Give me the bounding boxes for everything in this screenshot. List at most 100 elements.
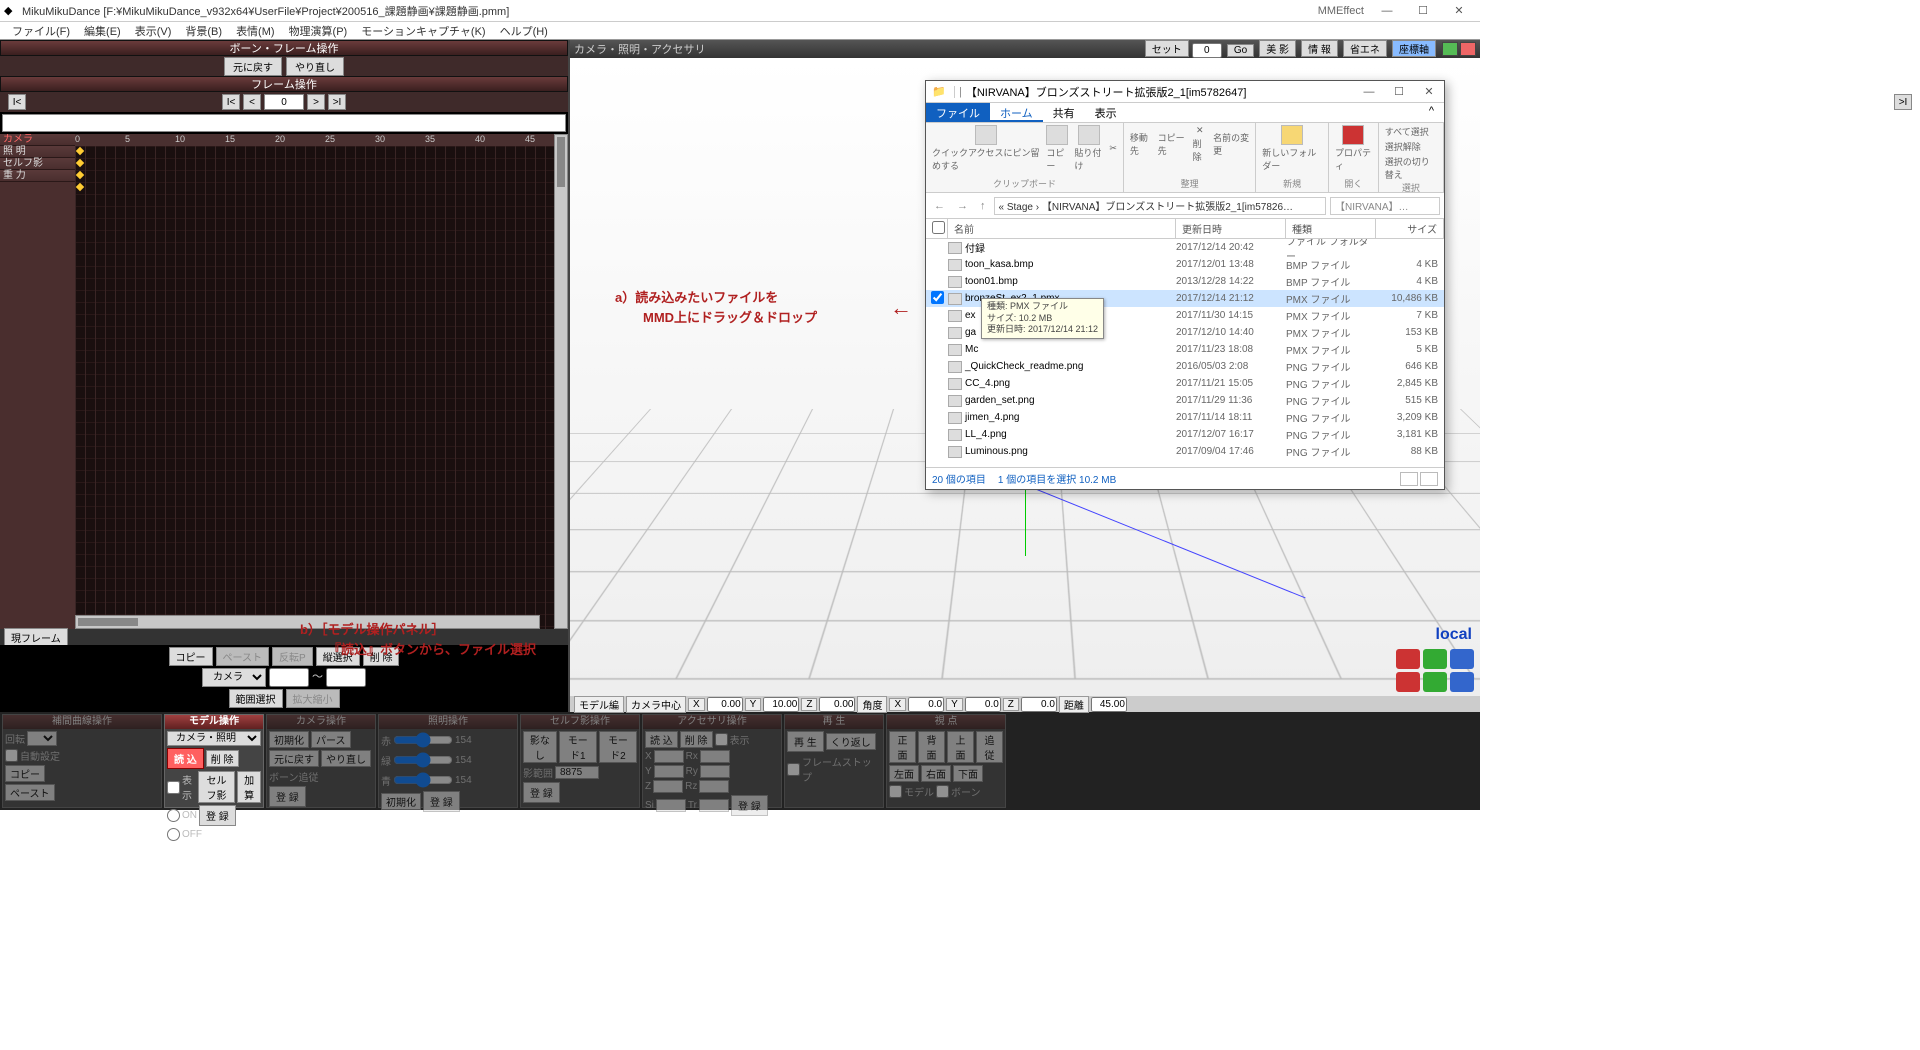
- set-value[interactable]: [1192, 43, 1222, 58]
- beauty-button[interactable]: 美 影: [1259, 40, 1296, 57]
- tab-file[interactable]: ファイル: [926, 103, 990, 122]
- tab-home[interactable]: ホーム: [990, 103, 1043, 122]
- move-y-icon[interactable]: [1423, 672, 1447, 692]
- range-to[interactable]: [326, 668, 366, 687]
- explorer-maximize[interactable]: ☐: [1384, 85, 1414, 98]
- tab-view[interactable]: 表示: [1085, 103, 1127, 122]
- cam-pers[interactable]: パース: [311, 731, 351, 748]
- rename-button[interactable]: 名前の変更: [1213, 131, 1249, 157]
- maximize-button[interactable]: ☐: [1406, 1, 1440, 21]
- properties-button[interactable]: プロパティ: [1335, 125, 1372, 172]
- copy-to-button[interactable]: コピー先: [1158, 131, 1187, 157]
- select-none[interactable]: 選択解除: [1385, 140, 1421, 153]
- display-checkbox[interactable]: [167, 781, 180, 794]
- file-row[interactable]: toon01.bmp 2013/12/28 14:22 BMP ファイル 4 K…: [926, 273, 1444, 290]
- track-camera[interactable]: カメラ: [0, 134, 75, 146]
- menu-background[interactable]: 背景(B): [179, 22, 228, 40]
- track-selfshadow[interactable]: セルフ影: [0, 158, 75, 170]
- light-b[interactable]: [393, 771, 453, 789]
- skip-first-button[interactable]: I<: [8, 94, 26, 110]
- keyframe-icon[interactable]: [76, 183, 84, 191]
- ss-register[interactable]: 登 録: [523, 782, 560, 803]
- redo-button[interactable]: やり直し: [286, 57, 344, 76]
- file-checkbox[interactable]: [931, 291, 944, 304]
- cam-y[interactable]: [763, 697, 799, 712]
- model-register-button[interactable]: 登 録: [199, 805, 236, 826]
- explorer-minimize[interactable]: —: [1354, 86, 1384, 98]
- cut-icon[interactable]: ✂: [1109, 143, 1117, 154]
- set-button[interactable]: セット: [1145, 40, 1189, 57]
- light-g[interactable]: [393, 751, 453, 769]
- target-select[interactable]: カメラ: [202, 668, 266, 687]
- new-folder-button[interactable]: 新しいフォルダー: [1262, 125, 1322, 172]
- details-view-icon[interactable]: [1400, 472, 1418, 486]
- model-delete-button[interactable]: 削 除: [206, 750, 239, 767]
- col-size[interactable]: サイズ: [1376, 219, 1444, 238]
- file-list[interactable]: 付録 2017/12/14 20:42 ファイル フォルダー toon_kasa…: [926, 239, 1444, 467]
- move-x-icon[interactable]: [1396, 672, 1420, 692]
- copy-button[interactable]: コピー: [169, 647, 213, 666]
- rot-x-icon[interactable]: [1396, 649, 1420, 669]
- file-row[interactable]: garden_set.png 2017/11/29 11:36 PNG ファイル…: [926, 392, 1444, 409]
- thumb-view-icon[interactable]: [1420, 472, 1438, 486]
- close-button[interactable]: ✕: [1442, 1, 1476, 21]
- menu-physics[interactable]: 物理演算(P): [283, 22, 354, 40]
- track-light[interactable]: 照 明: [0, 146, 75, 158]
- ang-z[interactable]: [1021, 697, 1057, 712]
- current-frame-button[interactable]: 現フレーム: [4, 628, 68, 647]
- address-bar[interactable]: « Stage › 【NIRVANA】ブロンズストリート拡張版2_1[im578…: [994, 197, 1327, 215]
- move-to-button[interactable]: 移動先: [1130, 131, 1152, 157]
- cam-dist[interactable]: [1091, 697, 1127, 712]
- next-frame-button[interactable]: >: [307, 94, 325, 110]
- cam-init[interactable]: 初期化: [269, 731, 309, 748]
- pin-qa-button[interactable]: クイックアクセスにピン留めする: [932, 125, 1040, 172]
- light-init[interactable]: 初期化: [381, 793, 421, 810]
- close-icon[interactable]: [1460, 42, 1476, 56]
- paste-button[interactable]: 貼り付け: [1074, 125, 1103, 172]
- track-scrollbar[interactable]: [554, 134, 568, 629]
- menu-file[interactable]: ファイル(F): [6, 22, 76, 40]
- eco-button[interactable]: 省エネ: [1343, 40, 1387, 57]
- file-row[interactable]: LL_4.png 2017/12/07 16:17 PNG ファイル 3,181…: [926, 426, 1444, 443]
- file-row[interactable]: Luminous.png 2017/09/04 17:46 PNG ファイル 8…: [926, 443, 1444, 460]
- ribbon-collapse[interactable]: ^: [1419, 103, 1444, 122]
- paste-button[interactable]: ペースト: [216, 647, 270, 666]
- explorer-window[interactable]: 📁 | 【NIRVANA】ブロンズストリート拡張版2_1[im5782647] …: [925, 80, 1445, 490]
- load-button[interactable]: 読 込: [167, 748, 204, 769]
- cam-z[interactable]: [819, 697, 855, 712]
- axes-button[interactable]: 座標軸: [1392, 40, 1436, 57]
- menu-view[interactable]: 表示(V): [129, 22, 178, 40]
- rot-y-icon[interactable]: [1423, 649, 1447, 669]
- keyframe-icon[interactable]: [76, 147, 84, 155]
- auto-checkbox[interactable]: [5, 749, 18, 762]
- ang-y[interactable]: [965, 697, 1001, 712]
- keyframe-icon[interactable]: [76, 171, 84, 179]
- col-date[interactable]: 更新日時: [1176, 219, 1286, 238]
- explorer-close[interactable]: ✕: [1414, 85, 1444, 98]
- cam-register[interactable]: 登 録: [269, 786, 306, 807]
- nav-back[interactable]: ←: [930, 200, 949, 212]
- on-radio[interactable]: [167, 809, 180, 822]
- reload-icon[interactable]: [1442, 42, 1458, 56]
- delete-ribbon-button[interactable]: ✕削除: [1193, 125, 1207, 163]
- menu-help[interactable]: ヘルプ(H): [494, 22, 554, 40]
- search-box[interactable]: 【NIRVANA】…: [1330, 197, 1440, 215]
- ip-copy[interactable]: コピー: [5, 765, 45, 782]
- track-gravity[interactable]: 重 力: [0, 170, 75, 182]
- play-button[interactable]: 再 生: [787, 731, 824, 752]
- go-button[interactable]: Go: [1227, 44, 1254, 57]
- mmeffect-label[interactable]: MMEffect: [1318, 5, 1370, 17]
- menu-expression[interactable]: 表情(M): [230, 22, 281, 40]
- rewind-button[interactable]: I<: [222, 94, 240, 110]
- keyframe-icon[interactable]: [76, 159, 84, 167]
- nav-forward[interactable]: →: [953, 200, 972, 212]
- prev-frame-button[interactable]: <: [243, 94, 261, 110]
- info-button[interactable]: 情 報: [1301, 40, 1338, 57]
- file-row[interactable]: _QuickCheck_readme.png 2016/05/03 2:08 P…: [926, 358, 1444, 375]
- minimize-button[interactable]: —: [1370, 1, 1404, 21]
- range-select-button[interactable]: 範囲選択: [229, 689, 283, 708]
- interp-rotate-select[interactable]: [27, 731, 57, 746]
- model-select[interactable]: カメラ・照明・アクセサリ: [167, 731, 261, 746]
- file-row[interactable]: toon_kasa.bmp 2017/12/01 13:48 BMP ファイル …: [926, 256, 1444, 273]
- col-type[interactable]: 種類: [1286, 219, 1376, 238]
